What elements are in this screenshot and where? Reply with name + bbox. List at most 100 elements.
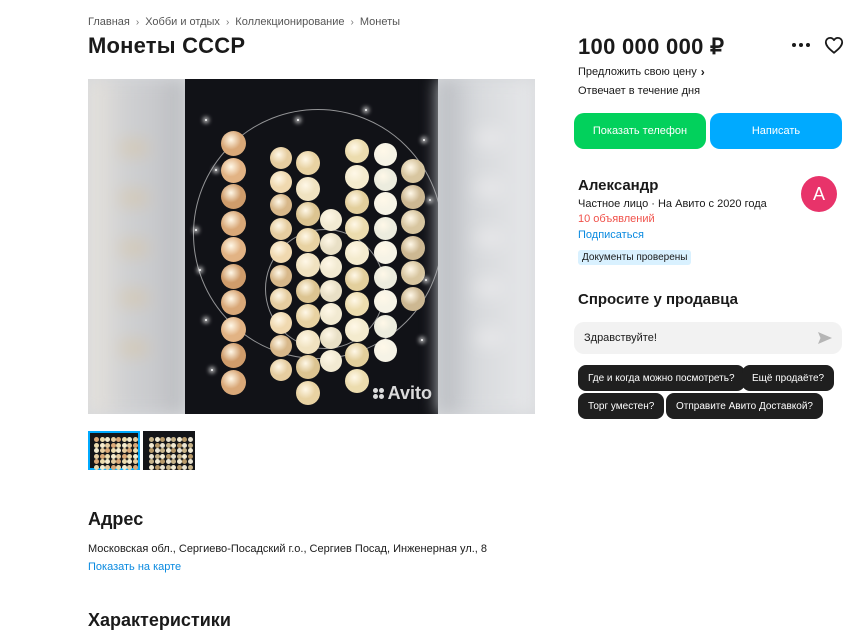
thumbnail-coin	[187, 437, 193, 442]
thumbnail-coin	[160, 437, 165, 442]
thumbnail-coin	[127, 442, 132, 448]
coin-image	[220, 343, 246, 368]
thumbnail-coin	[160, 453, 165, 459]
thumbnail-coin	[105, 442, 110, 448]
thumbnail-coin	[99, 437, 105, 442]
coin-image	[320, 279, 342, 302]
quick-question-bargain[interactable]: Торг уместен?	[578, 393, 665, 419]
thumbnail-coin	[176, 437, 182, 442]
avito-logo-icon	[372, 388, 385, 399]
quick-question-delivery[interactable]: Отправите Авито Доставкой?	[666, 393, 823, 419]
chevron-right-icon: ›	[700, 65, 705, 79]
thumbnail-coin	[116, 464, 121, 470]
thumbnail-coin	[182, 448, 187, 453]
coin-image	[320, 326, 342, 349]
quick-question-where[interactable]: Где и когда можно посмотреть?	[578, 365, 745, 391]
thumbnail-coin	[182, 442, 187, 448]
thumbnail-coin	[154, 464, 160, 470]
thumbnail-coin	[176, 459, 182, 464]
message-input[interactable]: Здравствуйте!	[574, 322, 842, 354]
thumbnail-coin	[121, 437, 127, 442]
avatar[interactable]: A	[801, 176, 837, 212]
show-phone-button[interactable]: Показать телефон	[574, 113, 706, 149]
coin-image	[373, 192, 397, 215]
thumbnail-coin	[127, 459, 132, 464]
coin-image	[373, 241, 397, 264]
thumbnail-coin	[176, 464, 182, 470]
thumbnail-coin	[99, 453, 105, 459]
thumbnail-coin	[99, 459, 105, 464]
coin-image	[220, 290, 246, 315]
coin-image	[373, 339, 397, 362]
price: 100 000 000 ₽	[578, 34, 725, 59]
photo-gallery[interactable]: Avito	[88, 79, 535, 414]
offer-price-link[interactable]: Предложить свою цену ›	[578, 65, 705, 79]
thumbnail-coin	[187, 442, 193, 448]
coin-image	[373, 167, 397, 191]
chevron-right-icon: ›	[225, 16, 230, 28]
documents-verified-badge: Документы проверены	[578, 250, 692, 265]
thumbnail-coin	[127, 437, 132, 442]
coin-image	[296, 278, 320, 303]
gallery-blur-right	[438, 79, 535, 414]
thumbnail-coin	[176, 453, 182, 459]
address-text: Московская обл., Сергиево-Посадский г.о.…	[88, 543, 488, 555]
thumbnail-coin	[149, 442, 154, 448]
write-message-button[interactable]: Написать	[710, 113, 842, 149]
thumbnail-coin	[149, 453, 154, 459]
seller-ads-link[interactable]: 10 объявлений	[578, 213, 655, 225]
thumbnail-coin	[171, 459, 176, 464]
thumbnail-coin	[94, 442, 99, 448]
quick-question-still-selling[interactable]: Ещё продаёте?	[742, 365, 835, 391]
coin-image	[296, 202, 320, 226]
more-icon[interactable]	[792, 37, 810, 53]
breadcrumb-collecting[interactable]: Коллекционирование	[235, 16, 344, 28]
coin-image	[345, 241, 369, 265]
thumbnail-coin	[121, 459, 127, 464]
breadcrumb: Главная › Хобби и отдых › Коллекциониров…	[88, 16, 400, 28]
chevron-right-icon: ›	[350, 16, 354, 28]
thumbnail-coin	[127, 464, 132, 470]
thumbnail-coin	[99, 448, 105, 453]
seller-name[interactable]: Александр	[578, 177, 658, 194]
heart-icon[interactable]	[824, 36, 844, 54]
coin-image	[320, 350, 342, 372]
light-reflection	[297, 119, 299, 121]
thumbnail-coin	[149, 464, 154, 470]
coin-image	[270, 217, 292, 240]
thumbnail-coin	[116, 459, 121, 464]
thumbnail-coin	[105, 453, 110, 459]
coin-image	[296, 380, 320, 405]
thumbnail-coin	[127, 448, 132, 453]
thumbnail-1[interactable]	[88, 431, 140, 470]
coin-image	[220, 237, 246, 262]
coin-image	[296, 151, 320, 175]
subscribe-link[interactable]: Подписаться	[578, 229, 644, 241]
listing-actions	[792, 36, 844, 54]
thumbnail-coin	[94, 464, 99, 470]
coin-image	[401, 286, 425, 311]
breadcrumb-home[interactable]: Главная	[88, 16, 130, 28]
breadcrumb-hobby[interactable]: Хобби и отдых	[145, 16, 220, 28]
coin-image	[320, 256, 342, 278]
thumbnail-2[interactable]	[143, 431, 195, 470]
thumbnail-coin	[99, 464, 105, 470]
coin-image	[296, 176, 320, 201]
show-on-map-link[interactable]: Показать на карте	[88, 561, 181, 573]
coin-image	[270, 335, 292, 357]
thumbnail-coin	[154, 459, 160, 464]
send-icon[interactable]	[818, 332, 832, 344]
light-reflection	[421, 339, 423, 341]
seller-meta: Частное лицо · На Авито с 2020 года	[578, 198, 767, 210]
coin-image	[401, 235, 425, 260]
coin-image	[345, 368, 369, 393]
coin-image	[220, 210, 246, 236]
page-title: Монеты СССР	[88, 33, 246, 58]
breadcrumb-coins[interactable]: Монеты	[360, 16, 400, 28]
light-reflection	[215, 169, 217, 171]
main-photo[interactable]: Avito	[185, 79, 438, 414]
thumbnail-coin	[165, 453, 171, 459]
thumbnail-coin	[105, 437, 110, 442]
thumbnail-coin	[116, 448, 121, 453]
thumbnail-strip	[88, 431, 195, 470]
